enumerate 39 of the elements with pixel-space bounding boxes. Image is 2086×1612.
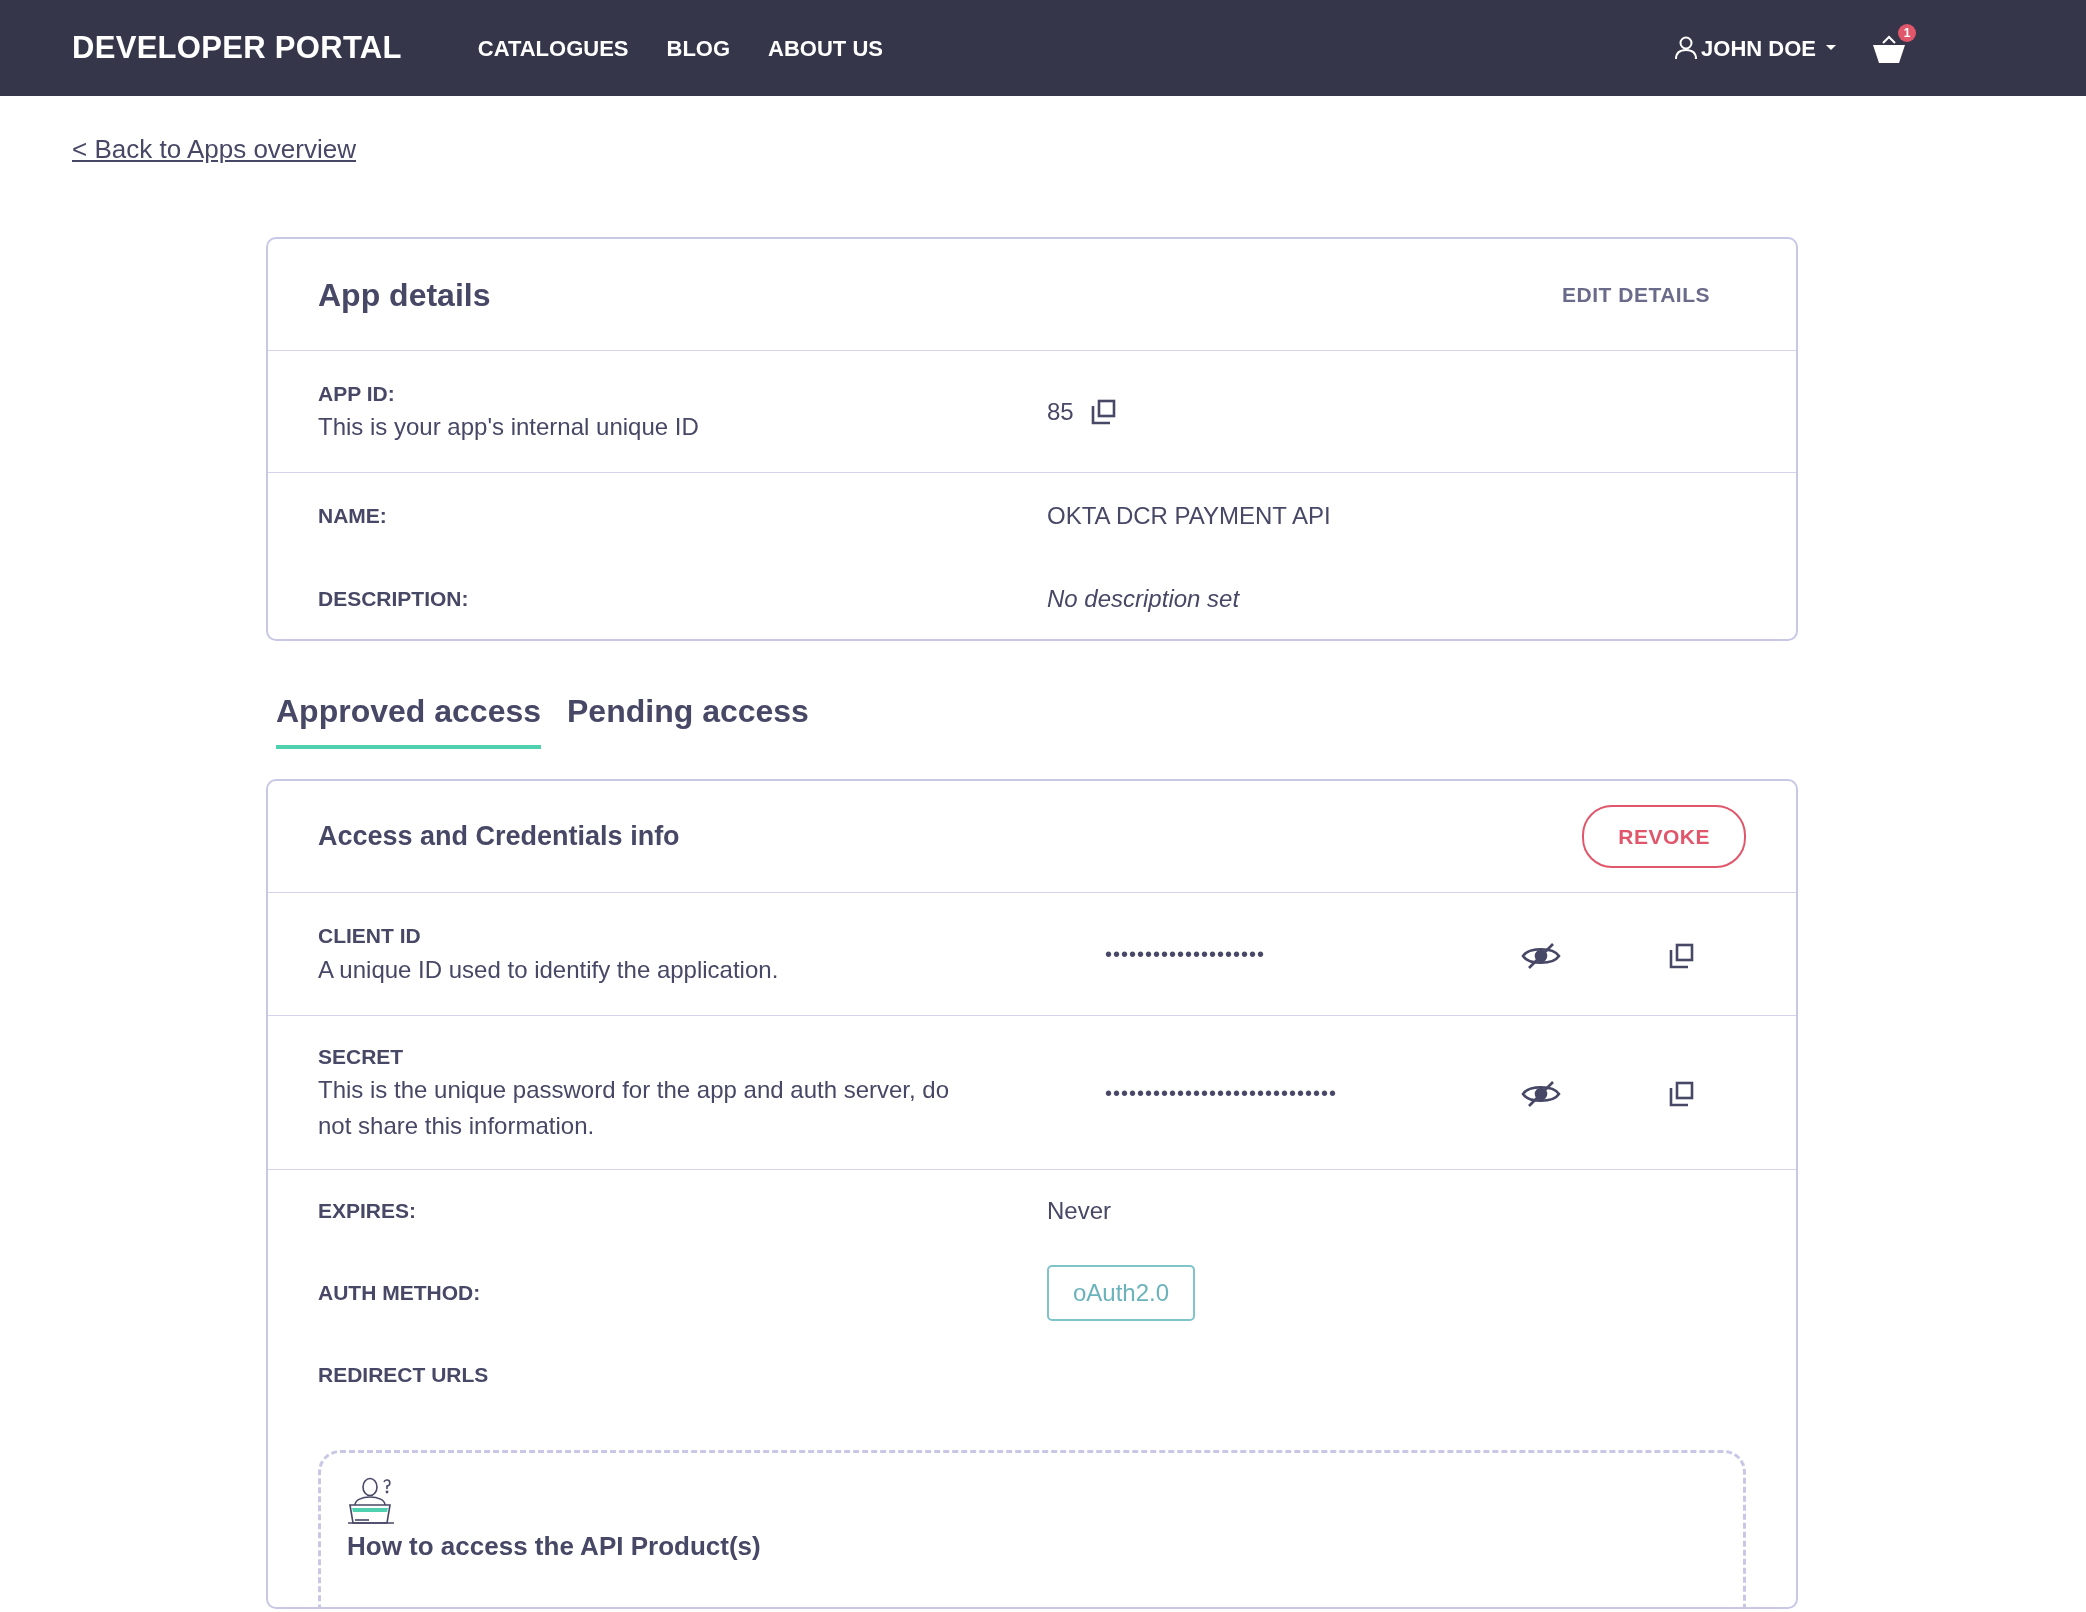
cart-count-badge: 1 [1898, 24, 1916, 42]
card-title: Access and Credentials info [318, 820, 680, 854]
nav-link[interactable]: CATALOGUES [477, 31, 629, 65]
copy-icon[interactable] [1668, 942, 1694, 969]
field-label: EXPIRES: [318, 1198, 418, 1225]
edit-details-button[interactable]: EDIT DETAILS [1562, 278, 1710, 311]
field-value: OKTA DCR PAYMENT API [1047, 501, 1332, 531]
field-label: NAME: [318, 503, 388, 530]
person-at-laptop-icon [347, 1477, 395, 1527]
brand-title[interactable]: DEVELOPER PORTAL [72, 24, 402, 72]
user-icon [1675, 36, 1698, 60]
back-link[interactable]: < Back to Apps overview [72, 130, 356, 169]
nav-link[interactable]: BLOG [666, 31, 731, 65]
copy-icon[interactable] [1668, 1081, 1694, 1108]
field-label: APP ID: [318, 380, 396, 407]
field-label: CLIENT ID [318, 923, 422, 950]
auth-method-tag: oAuth2.0 [1047, 1265, 1196, 1321]
masked-value: •••••••••••••••••••• [1104, 942, 1267, 967]
nav-link[interactable]: ABOUT US [768, 31, 883, 65]
revoke-button[interactable]: REVOKE [1582, 804, 1746, 869]
field-value: Never [1047, 1196, 1113, 1226]
field-value: 85 [1047, 396, 1074, 427]
field-label: SECRET [318, 1043, 405, 1070]
field-label: AUTH METHOD: [318, 1280, 482, 1307]
tab[interactable]: Pending access [567, 687, 809, 749]
field-label: DESCRIPTION: [318, 586, 470, 613]
field-description: This is your app's internal unique ID [318, 412, 700, 443]
user-menu-button[interactable]: JOHN DOE [1675, 31, 1842, 65]
card-title: App details [318, 275, 491, 315]
field-value: No description set [1047, 584, 1241, 614]
section-label: REDIRECT URLS [318, 1362, 490, 1389]
masked-value: ••••••••••••••••••••••••••••• [1104, 1080, 1339, 1106]
eye-slash-icon[interactable] [1521, 940, 1561, 971]
basket-icon[interactable] [1872, 34, 1906, 65]
copy-icon[interactable] [1089, 398, 1116, 425]
field-description: A unique ID used to identify the application. [318, 954, 780, 985]
tab[interactable]: Approved access [276, 687, 541, 749]
field-description: This is the unique password for the app and auth server, do not share this information. [318, 1075, 951, 1142]
help-title: How to access the API Product(s) [347, 1530, 762, 1563]
